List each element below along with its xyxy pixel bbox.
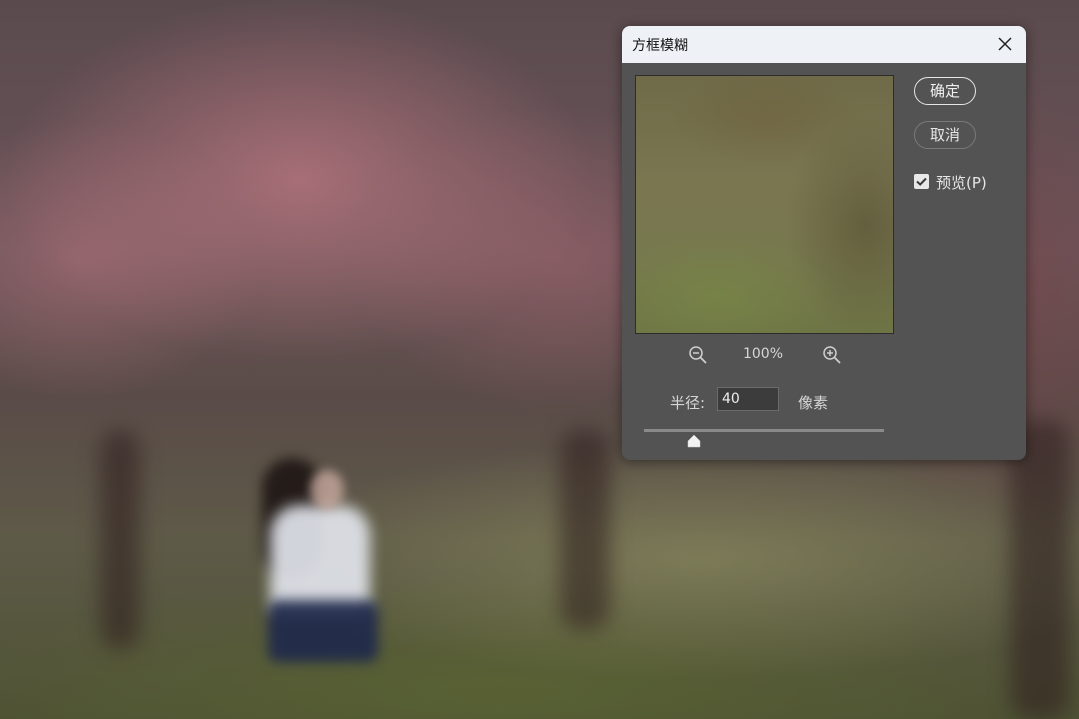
preview-label[interactable]: 预览(P) [936,172,987,193]
box-blur-dialog: 方框模糊 100% 半径: 像素 确定 取消 [622,26,1026,460]
filter-preview-image[interactable] [635,75,894,334]
cancel-button[interactable]: 取消 [914,121,976,149]
zoom-level: 100% [742,346,784,362]
person-skirt [268,600,378,662]
zoom-out-icon[interactable] [688,345,708,365]
zoom-in-icon[interactable] [822,345,842,365]
close-icon[interactable] [996,35,1014,53]
person-face [310,470,344,510]
ok-button[interactable]: 确定 [914,77,976,105]
radius-slider-track[interactable] [644,429,884,432]
slider-thumb-icon[interactable] [687,433,701,448]
dialog-titlebar[interactable]: 方框模糊 [622,26,1026,63]
preview-checkbox[interactable] [914,174,929,189]
checkmark-icon [916,177,927,186]
tree-trunk [1010,420,1070,719]
radius-label: 半径: [670,394,706,412]
unit-label: 像素 [798,394,829,412]
person-shirt [270,505,370,615]
dialog-title: 方框模糊 [632,37,688,54]
tree-trunk [100,430,140,650]
radius-input[interactable] [717,387,779,411]
tree-trunk [560,430,610,630]
